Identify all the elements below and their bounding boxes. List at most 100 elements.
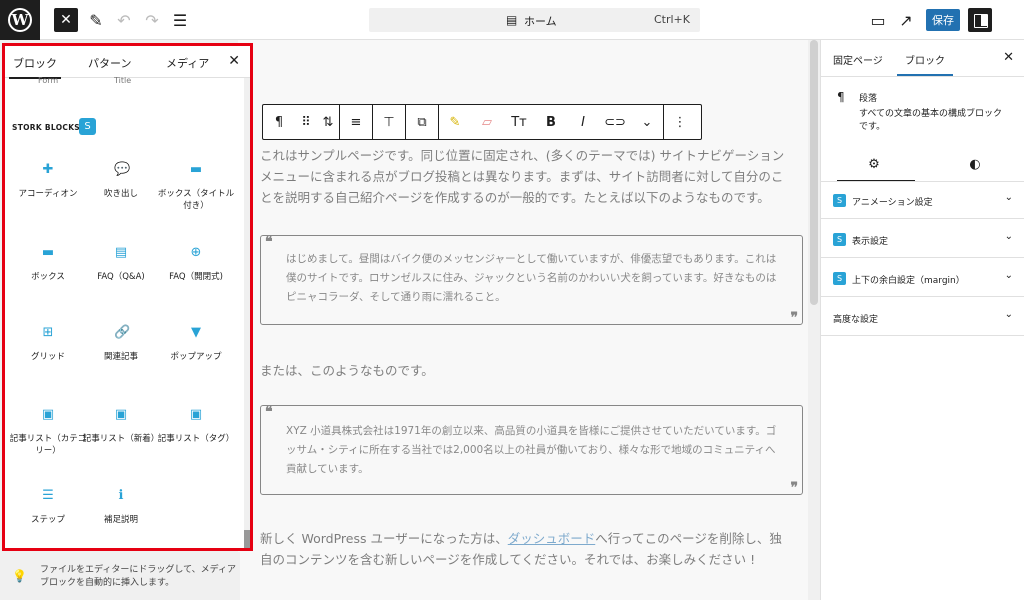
block-label: ボックス（タイトル付き） <box>157 189 235 211</box>
command-bar[interactable]: ▤ ホーム Ctrl+K <box>369 8 700 32</box>
wordpress-logo-button[interactable]: W <box>0 0 40 40</box>
drag-handle-icon[interactable]: ⠿ <box>295 105 317 139</box>
tab-patterns[interactable]: パターン <box>88 55 131 71</box>
more-options-icon[interactable]: ⋮ <box>664 105 696 139</box>
undo-icon[interactable]: ↶ <box>112 8 136 32</box>
copy-icon[interactable]: ⧉ <box>406 105 438 139</box>
block-label: アコーディオン <box>18 189 78 199</box>
block-label: グリッド <box>30 352 65 362</box>
stork-badge-icon: S <box>833 194 846 207</box>
more-format-chevron-icon[interactable]: ⌄ <box>631 105 663 139</box>
close-inserter-button[interactable]: ✕ <box>54 8 78 32</box>
stork-badge-icon: S <box>79 118 96 135</box>
settings-sidebar: 固定ページ ブロック ✕ ¶ 段落 すべての文章の基本の構成ブロックです。 ⚙ … <box>820 40 1024 600</box>
panel-advanced[interactable]: 高度な設定 ⌄ <box>821 298 1024 336</box>
panel-animation[interactable]: S アニメーション設定 ⌄ <box>821 181 1024 219</box>
paragraph-block[interactable]: または、このようなものです。 <box>260 360 790 381</box>
faq-icon: ▤ <box>114 245 128 260</box>
list-view-icon[interactable]: ☰ <box>168 8 192 32</box>
tab-block[interactable]: ブロック <box>897 52 953 76</box>
paragraph-block[interactable]: 新しく WordPress ユーザーになった方は、ダッシュボードへ行ってこのペー… <box>260 528 790 570</box>
paragraph-icon[interactable]: ¶ <box>263 105 295 139</box>
paragraph-text: 新しく WordPress ユーザーになった方は、 <box>260 531 508 546</box>
block-label: 記事リスト（タグ） <box>157 434 235 444</box>
block-item[interactable]: ℹ 補足説明 <box>82 489 160 526</box>
sidebar-toggle-icon[interactable] <box>968 8 992 32</box>
pencil-icon[interactable]: ✎ <box>84 8 108 32</box>
block-item[interactable]: ▤ FAQ（Q&A) <box>82 246 160 283</box>
block-item[interactable]: ▬ ボックス <box>9 246 87 283</box>
settings-gear-icon[interactable]: ⚙ <box>859 157 889 177</box>
cutoff-block-label: Title <box>114 76 132 85</box>
styles-half-circle-icon[interactable]: ◐ <box>960 157 990 177</box>
panel-label: 上下の余白設定（margin） <box>852 276 965 286</box>
post-list-tag-icon: ▣ <box>189 407 203 422</box>
panel-margin[interactable]: S 上下の余白設定（margin） ⌄ <box>821 259 1024 297</box>
cutoff-block-label: Form <box>38 76 59 85</box>
panel-label: 表示設定 <box>852 237 889 247</box>
faq-toggle-icon: ⊕ <box>190 245 202 260</box>
block-item[interactable]: ▣ 記事リスト（カテゴリー） <box>9 408 87 457</box>
block-inserter-panel: ブロック パターン メディア ✕ Form Title STORK BLOCKS… <box>2 43 253 551</box>
block-description: すべての文章の基本の構成ブロックです。 <box>859 109 1003 132</box>
block-item[interactable]: 🔗 関連記事 <box>82 326 160 363</box>
block-item[interactable]: ⊞ グリッド <box>9 326 87 363</box>
close-icon[interactable]: ✕ <box>1003 50 1014 65</box>
quote-block[interactable]: ❝ XYZ 小道具株式会社は1971年の創立以来、高品質の小道具を皆様にご提供さ… <box>260 404 803 496</box>
canvas-scrollbar[interactable] <box>808 40 820 600</box>
post-list-category-icon: ▣ <box>41 407 55 422</box>
paragraph-icon: ¶ <box>837 90 845 104</box>
block-item[interactable]: ⊕ FAQ（開閉式) <box>157 246 235 283</box>
dashboard-link[interactable]: ダッシュボード <box>508 531 596 546</box>
stork-badge-icon: S <box>833 233 846 246</box>
view-desktop-icon[interactable]: ▭ <box>866 8 890 32</box>
block-item[interactable]: ☰ ステップ <box>9 489 87 526</box>
panel-display[interactable]: S 表示設定 ⌄ <box>821 220 1024 258</box>
italic-icon[interactable]: I <box>567 105 599 139</box>
category-title: STORK BLOCKS <box>12 123 81 132</box>
external-link-icon[interactable]: ↗ <box>894 8 918 32</box>
align-icon[interactable]: ≡ <box>340 105 372 139</box>
highlight-icon[interactable]: ✎ <box>439 105 471 139</box>
wordpress-icon: W <box>8 8 32 32</box>
scrollbar-thumb[interactable] <box>810 40 818 305</box>
popup-icon: ▼ <box>191 325 201 340</box>
tab-media[interactable]: メディア <box>166 55 209 71</box>
save-button[interactable]: 保存 <box>926 9 960 31</box>
scrollbar-thumb[interactable] <box>244 530 250 548</box>
link-icon[interactable]: ⊂⊃ <box>599 105 631 139</box>
redo-icon[interactable]: ↷ <box>140 8 164 32</box>
block-label: ポップアップ <box>170 352 222 362</box>
tab-blocks[interactable]: ブロック <box>9 55 61 79</box>
close-icon[interactable]: ✕ <box>228 53 240 69</box>
quote-open-icon: ❝ <box>265 234 273 250</box>
block-item[interactable]: ▣ 記事リスト（新着） <box>82 408 160 445</box>
block-label: 記事リスト（新着） <box>82 434 160 444</box>
grid-icon: ⊞ <box>42 325 54 340</box>
bold-icon[interactable]: B <box>535 105 567 139</box>
block-item[interactable]: 💬 吹き出し <box>82 163 160 200</box>
move-up-down-icon[interactable]: ⇅ <box>317 105 339 139</box>
block-toolbar: ¶ ⠿ ⇅ ≡ ⊤ ⧉ ✎ ▱ Tт B I ⊂⊃ ⌄ ⋮ <box>262 104 702 140</box>
panel-label: アニメーション設定 <box>852 198 933 208</box>
block-item[interactable]: ▬ ボックス（タイトル付き） <box>157 163 235 212</box>
font-size-icon[interactable]: Tт <box>503 105 535 139</box>
block-item[interactable]: ✚ アコーディオン <box>9 163 87 200</box>
info-icon: ℹ <box>118 488 124 503</box>
block-label: FAQ（開閉式) <box>169 272 223 282</box>
block-item[interactable]: ▣ 記事リスト（タグ） <box>157 408 235 445</box>
margin-icon[interactable]: ⊤ <box>373 105 405 139</box>
eraser-icon[interactable]: ▱ <box>471 105 503 139</box>
block-title: 段落 <box>859 94 878 104</box>
drag-hint: 💡 ファイルをエディターにドラッグして、メディアブロックを自動的に挿入します。 <box>0 552 240 600</box>
document-title: ホーム <box>524 15 557 28</box>
document-icon: ▤ <box>506 13 518 27</box>
tab-page[interactable]: 固定ページ <box>833 52 883 67</box>
quote-block[interactable]: ❝ はじめまして。昼間はバイク便のメッセンジャーとして働いていますが、俳優志望で… <box>260 234 803 326</box>
inserter-tabs: ブロック パターン メディア ✕ <box>5 46 250 79</box>
block-item[interactable]: ▼ ポップアップ <box>157 326 235 363</box>
block-label: 記事リスト（カテゴリー） <box>9 434 87 456</box>
paragraph-block[interactable]: これはサンプルページです。同じ位置に固定され、(多くのテーマでは) サイトナビゲ… <box>260 145 790 208</box>
quote-open-icon: ❝ <box>265 404 273 420</box>
inserter-scrollbar[interactable] <box>244 78 250 548</box>
